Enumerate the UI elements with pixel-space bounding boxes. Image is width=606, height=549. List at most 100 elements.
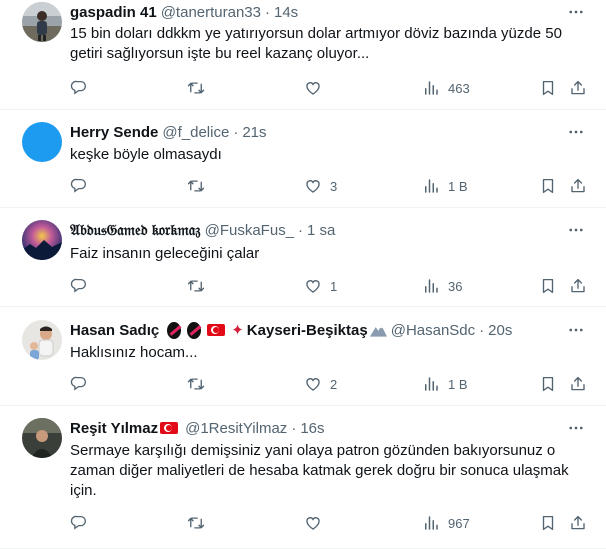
timestamp[interactable]: 21s <box>242 124 266 141</box>
reply-button[interactable] <box>70 176 88 196</box>
like-count: 1 <box>330 278 338 294</box>
text-line: 15 bin doları ddkkm ye yatırıyorsun dola… <box>70 25 562 42</box>
like-icon <box>306 180 320 193</box>
tweet-actions: 463 <box>70 78 590 98</box>
mountain-icon <box>369 325 387 337</box>
share-button[interactable] <box>569 176 587 196</box>
views-button[interactable]: 463 <box>422 78 470 98</box>
timestamp[interactable]: 20s <box>488 322 512 339</box>
more-icon[interactable] <box>566 320 586 340</box>
avatar[interactable] <box>22 220 62 260</box>
like-icon <box>306 378 320 391</box>
share-button[interactable] <box>569 513 587 533</box>
reply-button[interactable] <box>70 78 88 98</box>
views-button[interactable]: 967 <box>422 513 470 533</box>
views-button[interactable]: 36 <box>422 276 462 296</box>
like-button[interactable]: 2 <box>304 374 337 394</box>
like-count: 3 <box>330 178 338 194</box>
like-button[interactable]: 1 <box>304 276 337 296</box>
display-name-suffix[interactable]: Kayseri-Beşiktaş <box>247 322 368 339</box>
user-handle[interactable]: @HasanSdc <box>391 322 475 339</box>
more-icon[interactable] <box>566 220 586 240</box>
avatar[interactable] <box>22 2 62 42</box>
retweet-button[interactable] <box>187 176 205 196</box>
display-name[interactable]: gaspadin 41 <box>70 4 157 21</box>
view-count: 1 B <box>448 178 468 194</box>
reply-icon <box>70 515 87 530</box>
retweet-button[interactable] <box>187 78 205 98</box>
text-line: getiri sağlıyorsun işte bu reel kazanç o… <box>70 45 370 62</box>
separator-dot: · <box>291 419 297 437</box>
text-line: için. <box>70 482 97 499</box>
like-icon <box>306 280 320 293</box>
avatar[interactable] <box>22 418 62 458</box>
tweet-actions: 1 36 <box>70 276 590 296</box>
more-icon[interactable] <box>566 122 586 142</box>
share-button[interactable] <box>569 276 587 296</box>
tweet-header: Hasan Sadıç ✦ Kayseri-Beşiktaş @HasanSdc… <box>70 320 512 340</box>
separator-dot: · <box>298 221 304 239</box>
avatar[interactable] <box>22 320 62 360</box>
tweet-text: 15 bin doları ddkkm ye yatırıyorsun dola… <box>70 24 585 64</box>
tweet-text: Sermaye karşılığı demişsiniz yani olaya … <box>70 441 585 501</box>
tweet-1[interactable]: gaspadin 41 @tanerturan33 · 14s 15 bin d… <box>0 0 606 110</box>
display-name[interactable]: Reşit Yılmaz <box>70 420 158 437</box>
turkey-flag-icon <box>207 324 226 336</box>
bookmark-button[interactable] <box>539 374 557 394</box>
display-name[interactable]: Herry Sende <box>70 124 158 141</box>
tweet-actions: 3 1 B <box>70 176 590 196</box>
user-handle[interactable]: @tanerturan33 <box>161 4 261 21</box>
bookmark-button[interactable] <box>539 176 557 196</box>
retweet-button[interactable] <box>187 374 205 394</box>
view-count: 1 B <box>448 376 468 392</box>
like-button[interactable]: 3 <box>304 176 337 196</box>
share-icon <box>571 178 585 193</box>
tweet-3[interactable]: 𝔄𝔟𝔡𝔲𝔰𝔊𝔞𝔪𝔢𝔡 𝔨𝔬𝔯𝔨𝔪𝔞𝔷 @FuskaFus_ · 1 sa Fai… <box>0 208 606 307</box>
bookmark-button[interactable] <box>539 276 557 296</box>
tweet-text: keşke böyle olmasaydı <box>70 145 585 165</box>
tweet-4[interactable]: Hasan Sadıç ✦ Kayseri-Beşiktaş @HasanSdc… <box>0 307 606 406</box>
more-icon[interactable] <box>566 418 586 438</box>
avatar[interactable] <box>22 122 62 162</box>
bookmark-icon <box>542 278 554 294</box>
share-icon <box>571 80 585 95</box>
like-button[interactable] <box>304 78 330 98</box>
views-button[interactable]: 1 B <box>422 374 468 394</box>
views-button[interactable]: 1 B <box>422 176 468 196</box>
timestamp[interactable]: 14s <box>274 4 298 21</box>
bookmark-button[interactable] <box>539 513 557 533</box>
share-button[interactable] <box>569 78 587 98</box>
view-count: 967 <box>448 515 470 531</box>
tweet-text: Faiz insanın geleceğini çalar <box>70 244 585 264</box>
retweet-icon <box>187 180 205 192</box>
user-handle[interactable]: @FuskaFus_ <box>205 222 294 239</box>
share-icon <box>571 376 585 391</box>
crab-icon: ✦ <box>231 322 244 339</box>
no-smoking-icon <box>185 321 203 339</box>
share-button[interactable] <box>569 374 587 394</box>
tweet-5[interactable]: Reşit Yılmaz @1ResitYilmaz · 16s Sermaye… <box>0 406 606 549</box>
like-button[interactable] <box>304 513 330 533</box>
timestamp[interactable]: 1 sa <box>307 222 335 239</box>
bookmark-icon <box>542 515 554 531</box>
retweet-button[interactable] <box>187 513 205 533</box>
reply-button[interactable] <box>70 513 88 533</box>
display-name[interactable]: 𝔄𝔟𝔡𝔲𝔰𝔊𝔞𝔪𝔢𝔡 𝔨𝔬𝔯𝔨𝔪𝔞𝔷 <box>70 222 201 239</box>
bookmark-button[interactable] <box>539 78 557 98</box>
share-icon <box>571 515 585 530</box>
retweet-icon <box>187 82 205 94</box>
retweet-icon <box>187 280 205 292</box>
tweet-header: 𝔄𝔟𝔡𝔲𝔰𝔊𝔞𝔪𝔢𝔡 𝔨𝔬𝔯𝔨𝔪𝔞𝔷 @FuskaFus_ · 1 sa <box>70 220 335 240</box>
view-count: 463 <box>448 80 470 96</box>
reply-icon <box>70 80 87 94</box>
tweet-2[interactable]: Herry Sende @f_delice · 21s keşke böyle … <box>0 110 606 208</box>
share-icon <box>571 278 585 293</box>
display-name[interactable]: Hasan Sadıç <box>70 322 159 339</box>
more-icon[interactable] <box>566 2 586 22</box>
user-handle[interactable]: @f_delice <box>162 124 229 141</box>
retweet-button[interactable] <box>187 276 205 296</box>
user-handle[interactable]: @1ResitYilmaz <box>185 420 287 437</box>
reply-button[interactable] <box>70 374 88 394</box>
reply-button[interactable] <box>70 276 88 296</box>
timestamp[interactable]: 16s <box>300 420 324 437</box>
